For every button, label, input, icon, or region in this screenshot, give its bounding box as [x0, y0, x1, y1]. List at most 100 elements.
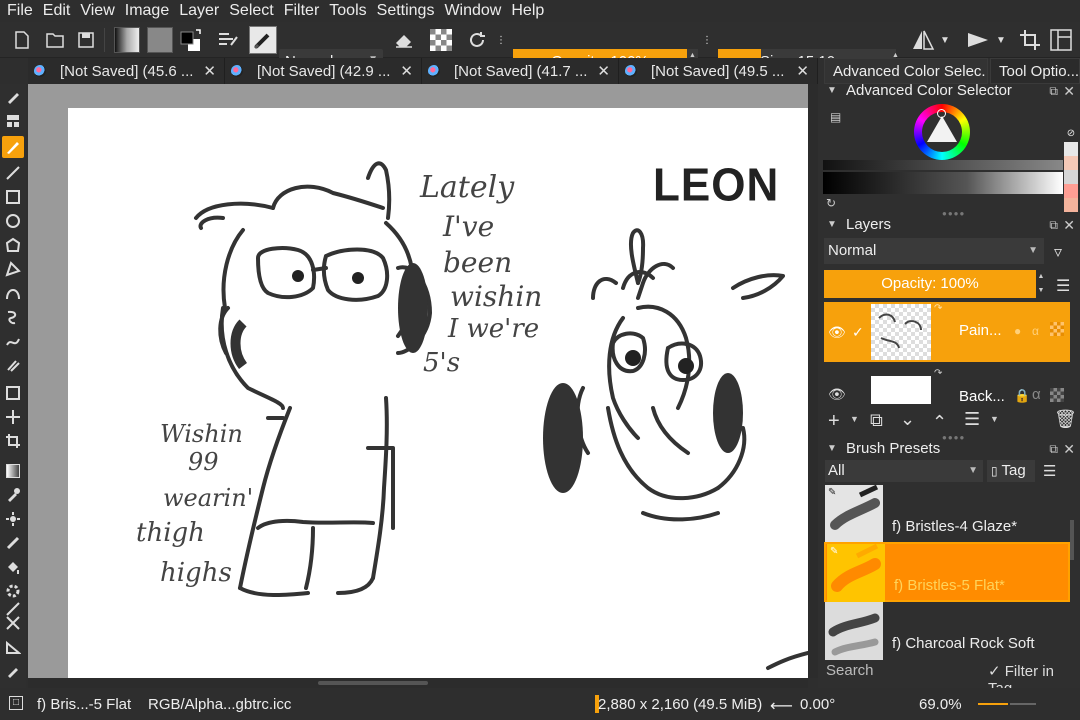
menu-edit[interactable]: Edit — [38, 0, 76, 22]
color-wheel[interactable] — [914, 104, 970, 160]
polygon-tool-icon[interactable] — [2, 234, 24, 256]
close-icon[interactable]: ✕ — [597, 62, 610, 80]
polyline-tool-icon[interactable] — [2, 258, 24, 280]
color-history-strip[interactable] — [823, 160, 1063, 170]
gradient-icon[interactable] — [112, 27, 142, 53]
layer-blend-mode-select[interactable]: Normal ▼ — [824, 238, 1044, 264]
dropdown-arrow-icon[interactable]: ⋮ — [494, 27, 508, 53]
alpha-icon[interactable]: α — [1032, 386, 1041, 403]
move-tool-icon[interactable] — [2, 406, 24, 428]
pen-tool-icon[interactable] — [2, 86, 24, 108]
menu-window[interactable]: Window — [439, 0, 506, 22]
alpha-icon[interactable]: α — [1032, 324, 1039, 338]
open-folder-icon[interactable] — [42, 27, 68, 53]
chevron-down-icon[interactable]: ▼ — [990, 414, 999, 424]
eraser-icon[interactable] — [391, 27, 417, 53]
close-icon[interactable]: ✕ — [400, 62, 413, 80]
fill-tool-icon[interactable] — [2, 556, 24, 578]
float-icon[interactable]: ⧉ — [1049, 438, 1058, 460]
collapse-icon[interactable]: ▼ — [827, 438, 837, 460]
brush-search-input[interactable]: Search — [826, 662, 874, 679]
layer-properties-icon[interactable]: ☰ — [964, 409, 980, 430]
preserve-alpha-icon[interactable] — [428, 27, 454, 53]
layer-name[interactable]: Pain... — [959, 322, 1002, 339]
rotation-icon[interactable]: ⟵ — [770, 696, 793, 716]
eye-icon[interactable]: 👁 — [828, 324, 846, 341]
layer-name[interactable]: Back... — [959, 388, 1005, 405]
brush-preset-icon[interactable] — [248, 26, 278, 54]
color-settings-icon[interactable]: ▤ — [830, 110, 841, 124]
multibrush-icon[interactable] — [2, 354, 24, 376]
reload-preset-icon[interactable] — [464, 27, 490, 53]
delete-layer-icon[interactable]: 🗑 — [1054, 409, 1077, 430]
freehand-brush-icon[interactable] — [2, 136, 24, 158]
brush-list-scrollbar[interactable] — [1070, 520, 1074, 560]
float-icon[interactable]: ⧉ — [1049, 214, 1058, 236]
inherit-alpha-icon[interactable] — [1050, 322, 1064, 336]
document-tab[interactable]: [Not Saved] (45.6 ... ✕ — [28, 58, 225, 84]
brush-preset-item[interactable]: ✎ f) Bristles-4 Glaze* — [824, 485, 1070, 543]
drawing-canvas[interactable]: LEON Lately I've been wishin I we're 5's… — [68, 108, 808, 678]
fg-bg-color-icon[interactable] — [178, 27, 204, 53]
dynamic-brush-icon[interactable] — [2, 330, 24, 352]
add-layer-icon[interactable]: + — [828, 410, 840, 433]
close-icon[interactable]: ✕ — [203, 62, 216, 80]
transform-grid-icon[interactable] — [2, 110, 24, 132]
move-up-icon[interactable]: ⌃ — [932, 412, 947, 433]
menu-help[interactable]: Help — [506, 0, 549, 22]
color-picker-icon[interactable] — [2, 660, 24, 682]
selection-transform-icon[interactable] — [2, 612, 24, 634]
scrollbar-thumb[interactable] — [318, 681, 428, 685]
tag-button[interactable]: ▯ Tag — [987, 460, 1035, 482]
smart-patch-icon[interactable] — [2, 508, 24, 530]
menu-filter[interactable]: Filter — [279, 0, 325, 22]
bezier-tool-icon[interactable] — [2, 282, 24, 304]
collapse-icon[interactable]: ▼ — [827, 214, 837, 236]
chevron-down-icon[interactable]: ▼ — [850, 414, 859, 424]
duplicate-layer-icon[interactable]: ⧉ — [870, 410, 883, 431]
filter-icon[interactable]: ▿ — [1054, 242, 1062, 262]
menu-select[interactable]: Select — [224, 0, 278, 22]
menu-view[interactable]: View — [75, 0, 119, 22]
brush-settings-icon[interactable] — [215, 27, 241, 53]
dropdown-arrow-icon[interactable]: ⋮ — [700, 27, 714, 53]
lock-icon[interactable]: 🔒 — [1014, 388, 1030, 404]
menu-file[interactable]: File — [0, 0, 38, 22]
menu-icon[interactable]: ☰ — [1043, 462, 1056, 480]
line-tool-icon[interactable] — [2, 162, 24, 184]
save-icon[interactable] — [73, 27, 99, 53]
crop-tool-icon[interactable] — [2, 430, 24, 452]
new-document-icon[interactable] — [9, 27, 35, 53]
eyedropper-icon[interactable] — [2, 484, 24, 506]
horizontal-scrollbar[interactable] — [28, 678, 808, 688]
value-slider[interactable] — [823, 172, 1063, 194]
collapse-icon[interactable]: ▼ — [827, 80, 837, 102]
menu-layer[interactable]: Layer — [174, 0, 224, 22]
chevron-down-icon[interactable]: ▼ — [938, 27, 952, 53]
float-icon[interactable]: ⧉ — [1049, 80, 1058, 102]
menu-tools[interactable]: Tools — [324, 0, 371, 22]
mirror-vertical-icon[interactable] — [965, 27, 991, 53]
close-icon[interactable]: ✕ — [1063, 80, 1075, 102]
menu-settings[interactable]: Settings — [372, 0, 440, 22]
layer-row-active[interactable]: 👁 ✓ Pain... ● α ↷ — [824, 302, 1070, 362]
workspace-icon[interactable] — [1048, 27, 1074, 53]
assistant-tool-icon[interactable] — [2, 532, 24, 554]
document-tab[interactable]: [Not Saved] (41.7 ... ✕ — [422, 58, 619, 84]
measure-tool-icon[interactable] — [2, 636, 24, 658]
close-icon[interactable]: ✕ — [1063, 438, 1075, 460]
refresh-icon[interactable]: ↻ — [826, 196, 836, 210]
lock-icon[interactable]: ● — [1014, 324, 1021, 338]
rectangle-tool-icon[interactable] — [2, 186, 24, 208]
document-tab-active[interactable]: [Not Saved] (49.5 ... ✕ — [619, 58, 818, 84]
zoom-slider[interactable] — [978, 703, 1008, 705]
layer-opacity-spinner[interactable]: ▲ ▼ — [1036, 270, 1046, 298]
brush-tag-filter-select[interactable]: All ▼ — [825, 460, 983, 482]
close-icon[interactable]: ✕ — [1063, 214, 1075, 236]
menu-icon[interactable]: ☰ — [1056, 276, 1070, 296]
pattern-icon[interactable] — [145, 27, 175, 53]
menu-image[interactable]: Image — [120, 0, 174, 22]
eye-icon[interactable]: 👁 — [828, 386, 846, 403]
gradient-tool-icon[interactable] — [2, 460, 24, 482]
ellipse-tool-icon[interactable] — [2, 210, 24, 232]
